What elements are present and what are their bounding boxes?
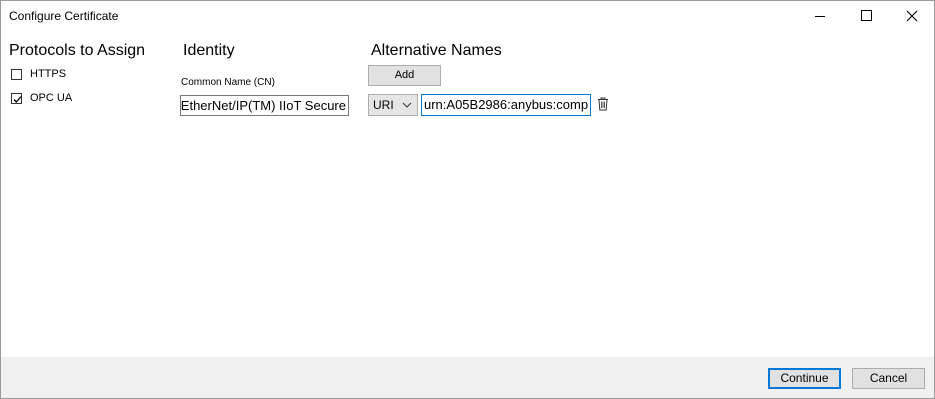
uri-value: urn:A05B2986:anybus:comp bbox=[424, 97, 589, 112]
minimize-button[interactable] bbox=[797, 1, 843, 31]
cancel-button[interactable]: Cancel bbox=[852, 368, 925, 389]
common-name-label: Common Name (CN) bbox=[181, 77, 275, 88]
close-button[interactable] bbox=[889, 1, 935, 31]
minimize-icon bbox=[815, 16, 825, 17]
opc-ua-label: OPC UA bbox=[30, 92, 73, 104]
check-icon bbox=[13, 95, 22, 103]
title-bar: Configure Certificate bbox=[1, 1, 934, 32]
chevron-down-icon bbox=[402, 102, 412, 108]
opc-ua-checkbox[interactable] bbox=[11, 92, 22, 104]
https-checkbox-row[interactable]: HTTPS bbox=[11, 66, 66, 82]
name-type-value: URI bbox=[373, 98, 394, 112]
common-name-value: EtherNet/IP(TM) IIoT Secure bbox=[180, 98, 346, 113]
https-checkbox[interactable] bbox=[11, 68, 22, 80]
maximize-icon bbox=[861, 10, 872, 21]
configure-certificate-dialog: Configure Certificate Protocols to Assig… bbox=[0, 0, 935, 399]
alternative-names-heading: Alternative Names bbox=[371, 42, 502, 59]
opc-ua-checkbox-row[interactable]: OPC UA bbox=[11, 90, 72, 106]
window-title: Configure Certificate bbox=[9, 9, 119, 23]
dialog-footer: Continue Cancel bbox=[1, 357, 934, 398]
trash-icon[interactable] bbox=[597, 97, 609, 111]
close-icon bbox=[906, 10, 918, 22]
common-name-field[interactable]: EtherNet/IP(TM) IIoT Secure bbox=[180, 95, 349, 116]
protocols-heading: Protocols to Assign bbox=[9, 42, 146, 59]
continue-button[interactable]: Continue bbox=[768, 368, 841, 389]
name-type-select[interactable]: URI bbox=[368, 94, 418, 116]
identity-heading: Identity bbox=[183, 42, 235, 59]
add-button[interactable]: Add bbox=[368, 65, 441, 86]
maximize-button[interactable] bbox=[843, 1, 889, 31]
uri-field[interactable]: urn:A05B2986:anybus:comp bbox=[421, 94, 591, 116]
https-label: HTTPS bbox=[30, 68, 67, 80]
